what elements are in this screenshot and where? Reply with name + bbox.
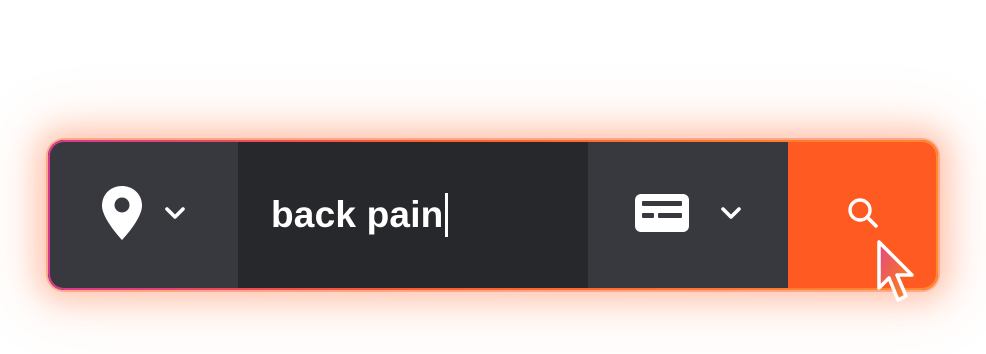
id-card-icon bbox=[634, 193, 690, 238]
chevron-down-icon bbox=[720, 206, 742, 225]
location-selector[interactable] bbox=[48, 140, 238, 290]
search-input[interactable]: back pain bbox=[238, 140, 588, 290]
search-input-value: back pain bbox=[271, 194, 444, 235]
search-bar: back pain bbox=[48, 140, 938, 290]
category-selector[interactable] bbox=[588, 140, 788, 290]
chevron-down-icon bbox=[164, 206, 186, 225]
text-caret bbox=[445, 193, 449, 237]
search-icon bbox=[846, 196, 880, 235]
map-pin-icon bbox=[100, 184, 144, 247]
mouse-pointer-icon bbox=[874, 238, 918, 308]
